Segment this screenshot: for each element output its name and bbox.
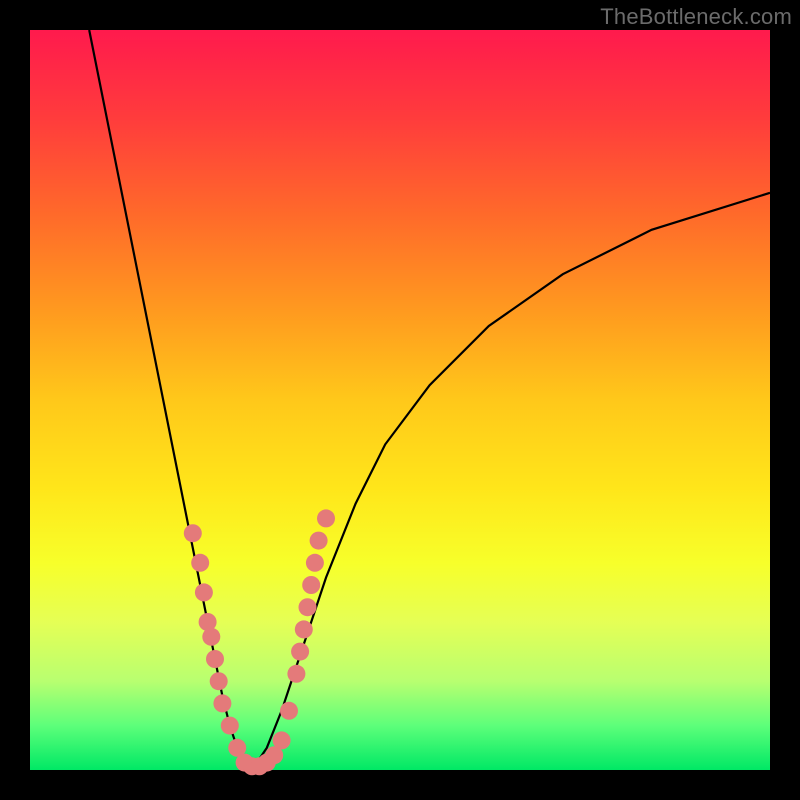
scatter-dot bbox=[302, 576, 320, 594]
scatter-dot bbox=[221, 717, 239, 735]
scatter-dot bbox=[273, 731, 291, 749]
scatter-dot bbox=[310, 532, 328, 550]
scatter-dot bbox=[280, 702, 298, 720]
scatter-dot bbox=[287, 665, 305, 683]
scatter-dot bbox=[306, 554, 324, 572]
scatter-dot bbox=[295, 620, 313, 638]
scatter-dot bbox=[195, 583, 213, 601]
plot-area bbox=[30, 30, 770, 770]
scatter-dot bbox=[317, 509, 335, 527]
scatter-dot bbox=[206, 650, 224, 668]
watermark-text: TheBottleneck.com bbox=[600, 4, 792, 30]
scatter-dot bbox=[291, 643, 309, 661]
chart-svg bbox=[30, 30, 770, 770]
outer-frame: TheBottleneck.com bbox=[0, 0, 800, 800]
scatter-dot bbox=[299, 598, 317, 616]
scatter-dot bbox=[210, 672, 228, 690]
scatter-dot bbox=[213, 694, 231, 712]
curve-left-curve bbox=[89, 30, 252, 770]
curve-right-curve bbox=[252, 193, 770, 770]
scatter-dot bbox=[202, 628, 220, 646]
curve-group bbox=[89, 30, 770, 770]
scatter-dot bbox=[184, 524, 202, 542]
scatter-dot bbox=[191, 554, 209, 572]
dot-group bbox=[184, 509, 335, 775]
